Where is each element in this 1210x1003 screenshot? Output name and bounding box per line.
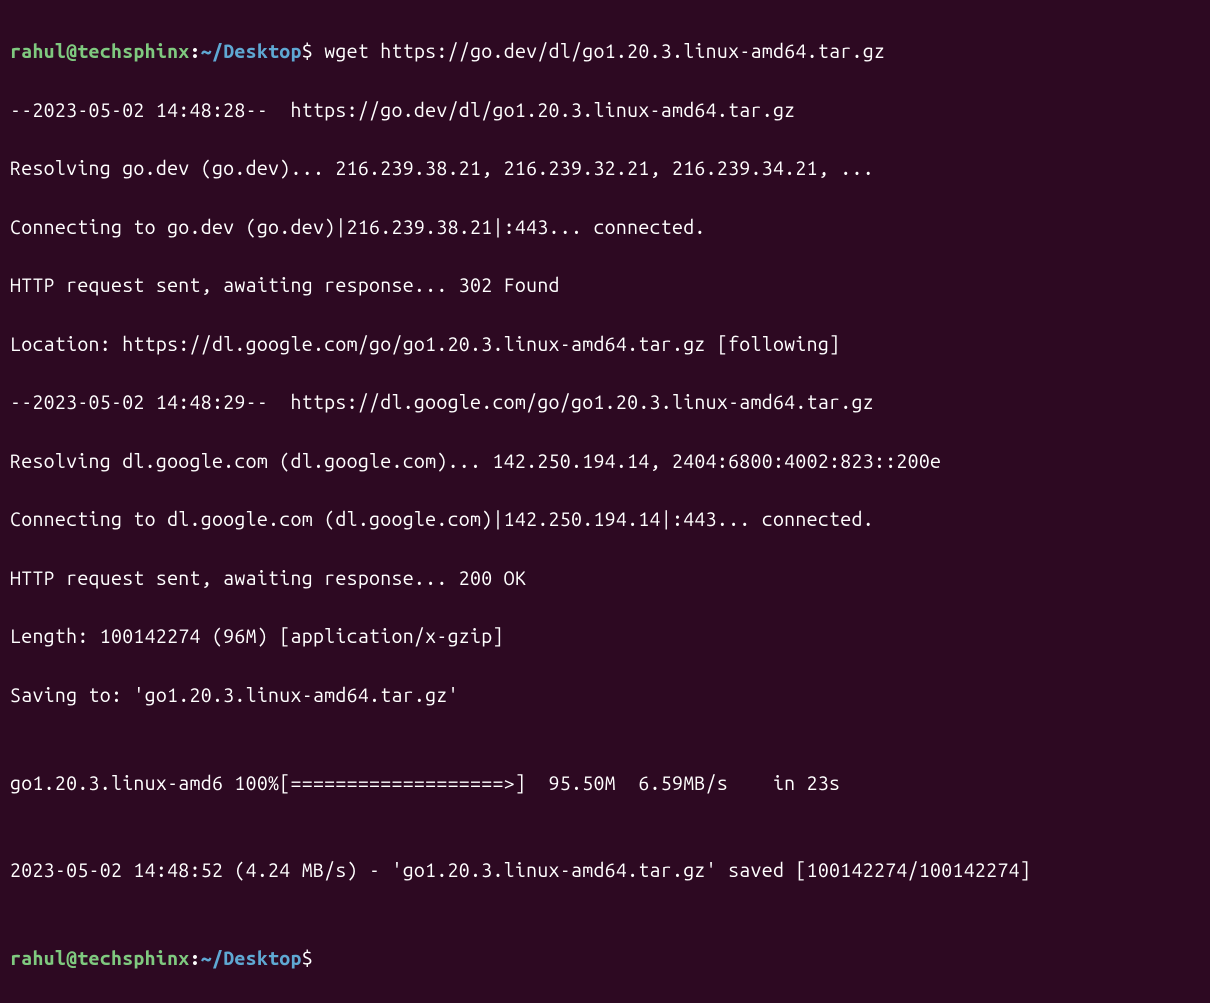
output-line: Connecting to dl.google.com (dl.google.c…	[10, 505, 1200, 534]
prompt-colon: :	[190, 947, 201, 969]
prompt-path: ~/Desktop	[201, 947, 302, 969]
output-line: Length: 100142274 (96M) [application/x-g…	[10, 622, 1200, 651]
prompt-line-2[interactable]: rahul@techsphinx:~/Desktop$	[10, 944, 1200, 973]
prompt-user: rahul@techsphinx	[10, 40, 190, 62]
output-line: Connecting to go.dev (go.dev)|216.239.38…	[10, 213, 1200, 242]
prompt-path: ~/Desktop	[201, 40, 302, 62]
output-line: Saving to: 'go1.20.3.linux-amd64.tar.gz'	[10, 681, 1200, 710]
prompt-dollar: $	[302, 40, 313, 62]
prompt-line-1: rahul@techsphinx:~/Desktop$ wget https:/…	[10, 37, 1200, 66]
output-line: Resolving go.dev (go.dev)... 216.239.38.…	[10, 154, 1200, 183]
output-line: --2023-05-02 14:48:28-- https://go.dev/d…	[10, 96, 1200, 125]
output-line: 2023-05-02 14:48:52 (4.24 MB/s) - 'go1.2…	[10, 856, 1200, 885]
output-line: --2023-05-02 14:48:29-- https://dl.googl…	[10, 388, 1200, 417]
terminal-window[interactable]: rahul@techsphinx:~/Desktop$ wget https:/…	[10, 8, 1200, 1003]
output-line: HTTP request sent, awaiting response... …	[10, 271, 1200, 300]
output-line: Location: https://dl.google.com/go/go1.2…	[10, 330, 1200, 359]
progress-line: go1.20.3.linux-amd6 100%[===============…	[10, 769, 1200, 798]
prompt-dollar: $	[302, 947, 313, 969]
prompt-colon: :	[190, 40, 201, 62]
output-line: Resolving dl.google.com (dl.google.com).…	[10, 447, 1200, 476]
prompt-user: rahul@techsphinx	[10, 947, 190, 969]
command-input: wget https://go.dev/dl/go1.20.3.linux-am…	[313, 40, 885, 62]
output-line: HTTP request sent, awaiting response... …	[10, 564, 1200, 593]
